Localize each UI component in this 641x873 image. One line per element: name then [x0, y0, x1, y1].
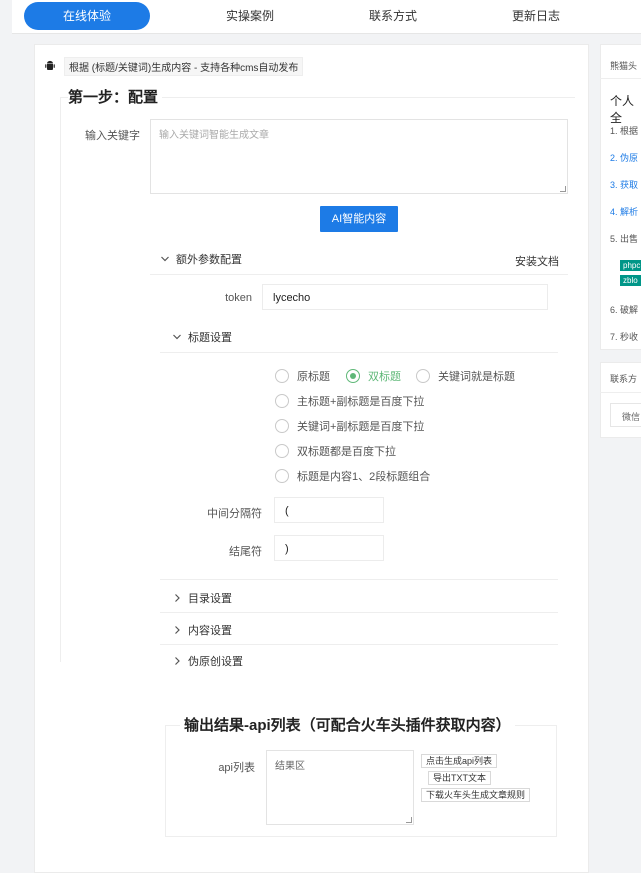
install-doc-link[interactable]: 安装文档 — [515, 253, 559, 269]
tool-header: 根据 (标题/关键词)生成内容 - 支持各种cms自动发布 — [44, 56, 304, 76]
token-input[interactable]: lycecho — [262, 284, 548, 310]
radio-circle[interactable] — [275, 394, 289, 408]
divider — [160, 352, 558, 353]
resize-handle-icon[interactable] — [560, 186, 566, 192]
side-item-6: 6. 破解 — [610, 305, 639, 315]
resize-handle-icon[interactable] — [406, 817, 412, 823]
step1-title: 第一步：配置 — [68, 86, 163, 107]
separator-label: 中间分隔符 — [207, 508, 262, 520]
extra-params-toggle[interactable]: 额外参数配置 — [160, 248, 242, 270]
side-item-4[interactable]: 4. 解析 — [610, 205, 638, 218]
keyword-label: 输入关键字 — [85, 130, 140, 142]
radio-circle[interactable] — [275, 419, 289, 433]
side-heading: 个人全 — [610, 94, 635, 125]
side-tag-zblog[interactable]: zblo — [620, 275, 641, 286]
token-label: token — [225, 292, 252, 304]
divider — [150, 274, 568, 275]
divider — [600, 78, 641, 79]
radio-circle-checked[interactable] — [346, 369, 360, 383]
end-char-input[interactable]: ) — [274, 535, 384, 561]
radio-label: 标题是内容1、2段标题组合 — [297, 471, 431, 483]
radio-main-sub-baidu[interactable]: 主标题+副标题是百度下拉 — [275, 393, 424, 409]
radio-label: 双标题都是百度下拉 — [297, 446, 396, 458]
divider — [160, 579, 558, 580]
side-item-5: 5. 出售 — [610, 234, 639, 244]
content-settings-label: 内容设置 — [188, 625, 232, 637]
top-navigation: 在线体验 实操案例 联系方式 更新日志 — [12, 0, 641, 34]
output-title: 输出结果-api列表（可配合火车头插件获取内容） — [180, 714, 515, 735]
side-item-4-label: 4. 解析 — [610, 207, 639, 217]
ai-generate-button[interactable]: AI智能内容 — [320, 206, 398, 232]
radio-original-title[interactable]: 原标题 — [275, 368, 330, 384]
title-settings-toggle[interactable]: 标题设置 — [172, 326, 232, 348]
catalog-settings-label: 目录设置 — [188, 593, 232, 605]
divider — [600, 392, 641, 393]
chevron-down-icon — [161, 256, 169, 262]
radio-content-combo[interactable]: 标题是内容1、2段标题组合 — [275, 468, 430, 484]
separator-input[interactable]: ( — [274, 497, 384, 523]
side-item-3-label: 3. 获取 — [610, 180, 639, 190]
radio-label: 原标题 — [297, 371, 330, 383]
keyword-placeholder: 输入关键词智能生成文章 — [159, 130, 269, 141]
radio-circle[interactable] — [275, 444, 289, 458]
side-item-3[interactable]: 3. 获取 — [610, 178, 638, 191]
catalog-settings-toggle[interactable]: 目录设置 — [172, 587, 232, 609]
radio-label: 双标题 — [368, 371, 401, 383]
export-txt-button[interactable]: 导出TXT文本 — [428, 771, 491, 785]
divider — [160, 644, 558, 645]
radio-label: 关键词就是标题 — [438, 371, 515, 383]
contact-heading: 联系方 — [610, 374, 638, 384]
nav-tab-contact[interactable]: 联系方式 — [330, 2, 456, 30]
radio-label: 关键词+副标题是百度下拉 — [297, 421, 425, 433]
radio-both-baidu[interactable]: 双标题都是百度下拉 — [275, 443, 396, 459]
result-placeholder: 结果区 — [275, 761, 305, 772]
divider — [160, 612, 558, 613]
extra-params-label: 额外参数配置 — [176, 254, 242, 266]
side-tag-phpcms[interactable]: phpc — [620, 260, 641, 271]
side-top-text: 熊猫头 — [610, 61, 638, 71]
title-settings-label: 标题设置 — [188, 332, 232, 344]
radio-circle[interactable] — [416, 369, 430, 383]
radio-keyword-title[interactable]: 关键词就是标题 — [416, 368, 515, 384]
side-item-7: 7. 秒收 — [610, 332, 639, 342]
radio-circle[interactable] — [275, 469, 289, 483]
side-item-2[interactable]: 2. 伪原 — [610, 151, 638, 164]
radio-keyword-sub-baidu[interactable]: 关键词+副标题是百度下拉 — [275, 418, 424, 434]
radio-label: 主标题+副标题是百度下拉 — [297, 396, 425, 408]
nav-tab-cases[interactable]: 实操案例 — [187, 2, 313, 30]
chevron-right-icon — [175, 626, 180, 634]
pseudo-original-toggle[interactable]: 伪原创设置 — [172, 650, 243, 672]
nav-tab-changelog[interactable]: 更新日志 — [473, 2, 599, 30]
chevron-down-icon — [173, 334, 181, 340]
radio-circle[interactable] — [275, 369, 289, 383]
keyword-textarea[interactable]: 输入关键词智能生成文章 — [150, 119, 568, 194]
chevron-right-icon — [175, 657, 180, 665]
chevron-right-icon — [175, 594, 180, 602]
android-icon — [45, 60, 55, 70]
end-char-label: 结尾符 — [229, 546, 262, 558]
contact-wechat-input[interactable]: 微信 — [610, 403, 641, 427]
content-settings-toggle[interactable]: 内容设置 — [172, 619, 232, 641]
radio-double-title[interactable]: 双标题 — [346, 368, 401, 384]
pseudo-original-label: 伪原创设置 — [188, 656, 243, 668]
api-list-label: api列表 — [218, 762, 255, 774]
side-item-1: 1. 根据 — [610, 126, 639, 136]
side-item-2-label: 2. 伪原 — [610, 153, 639, 163]
download-rules-button[interactable]: 下载火车头生成文章规则 — [421, 788, 531, 802]
generate-api-list-button[interactable]: 点击生成api列表 — [421, 754, 498, 768]
result-textarea[interactable]: 结果区 — [266, 750, 414, 825]
tool-description: 根据 (标题/关键词)生成内容 - 支持各种cms自动发布 — [64, 56, 304, 76]
nav-tab-online-demo[interactable]: 在线体验 — [24, 2, 150, 30]
